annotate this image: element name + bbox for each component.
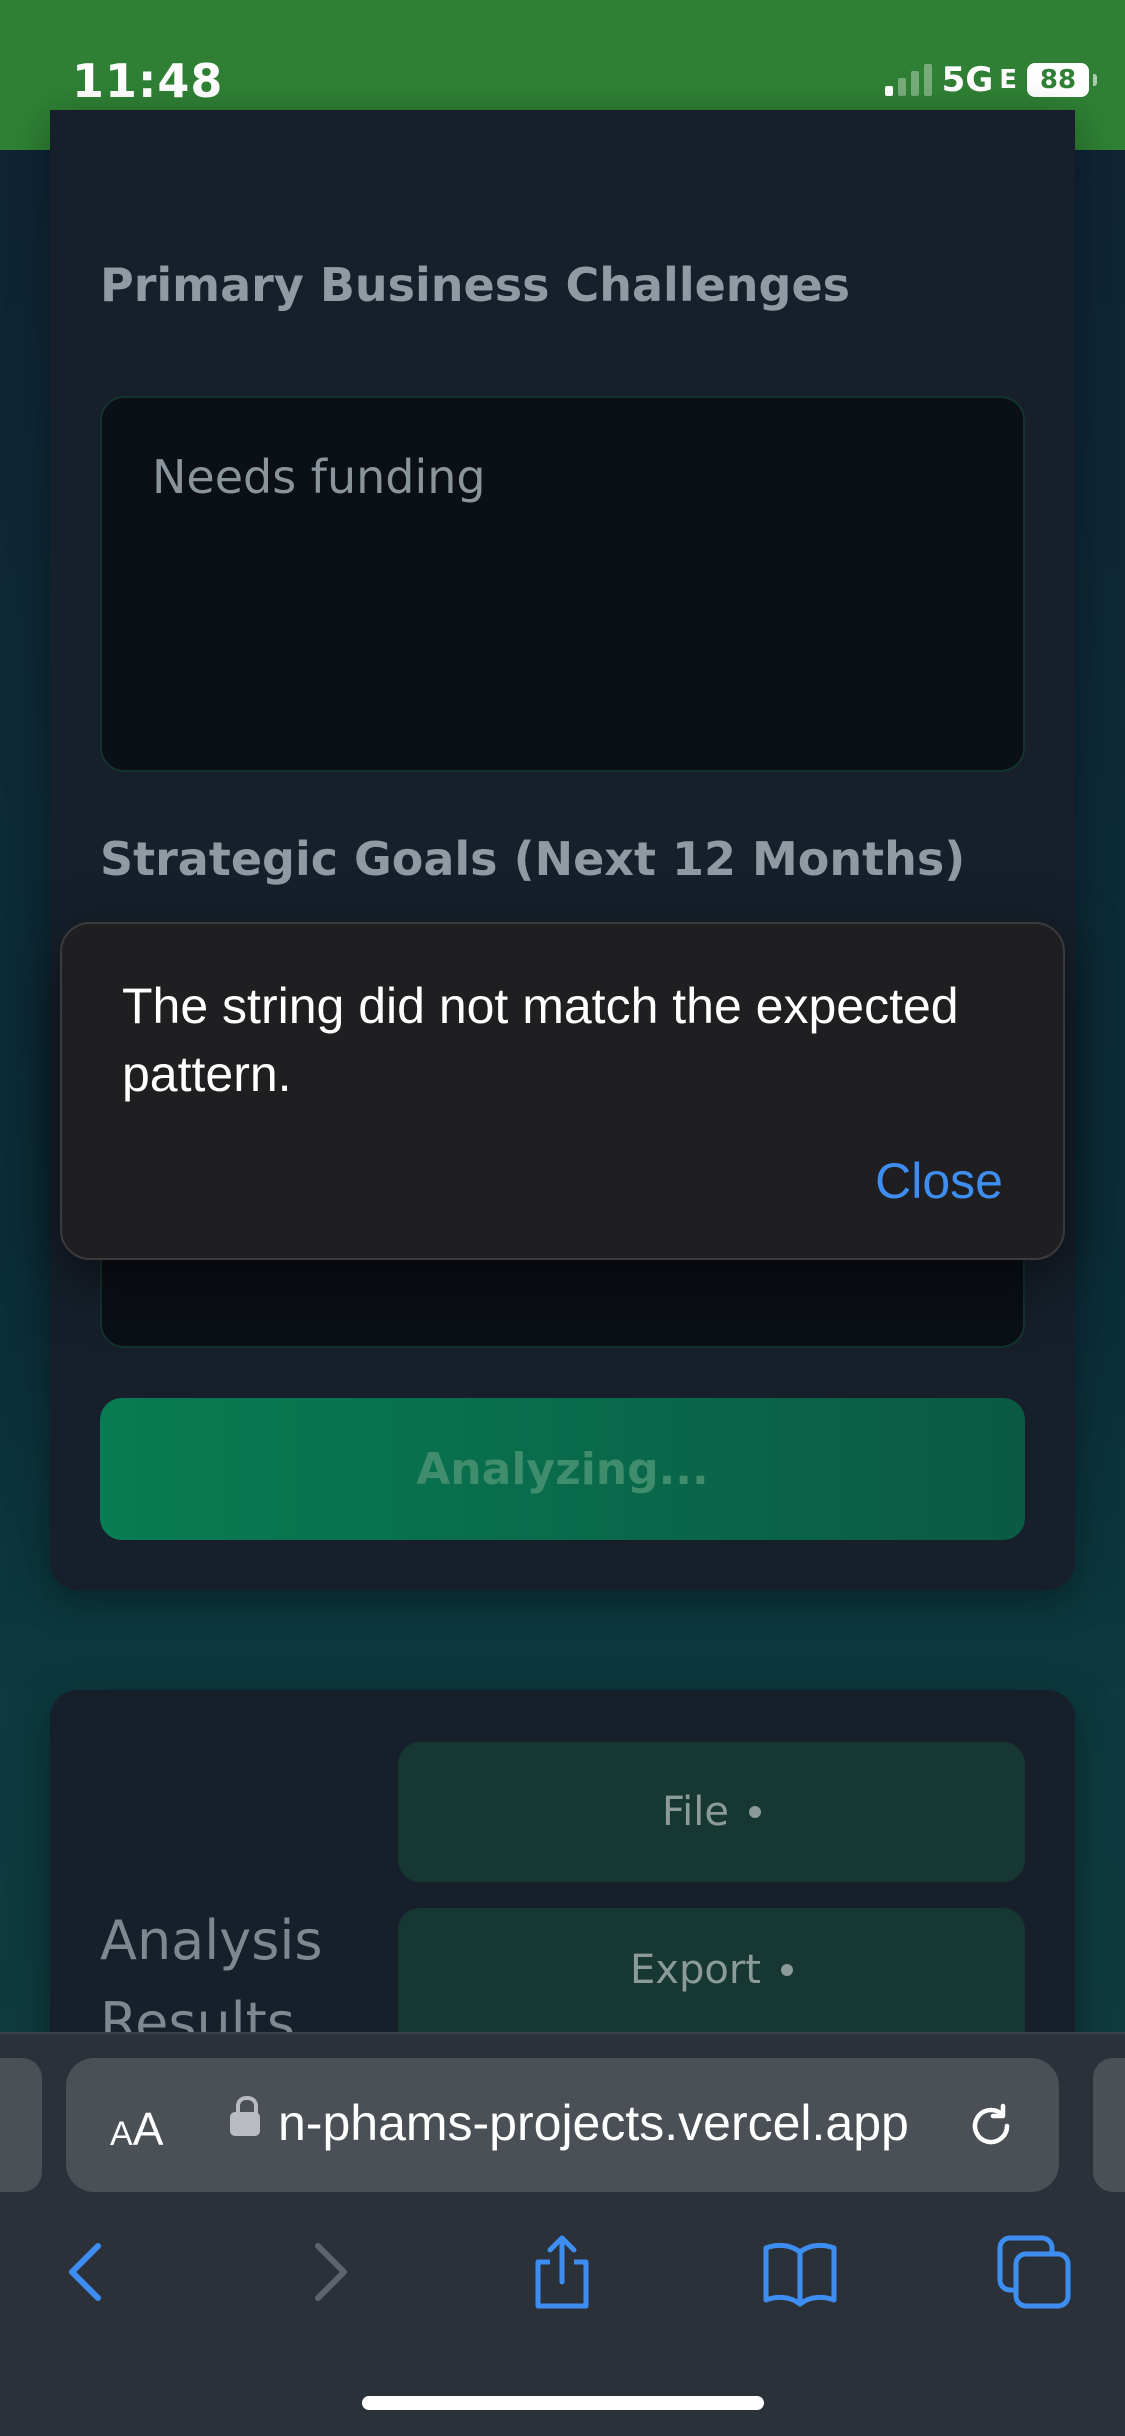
share-icon[interactable] (522, 2232, 602, 2312)
status-indicators: 5G E 88 (884, 60, 1097, 100)
alert-message: The string did not match the expected pa… (122, 978, 959, 1102)
cellular-signal-icon (884, 64, 932, 96)
battery-icon: 88 (1027, 63, 1097, 97)
url-text: n-phams-projects.vercel.app (278, 2095, 909, 2151)
file-button-label: File (662, 1789, 729, 1835)
challenges-label: Primary Business Challenges (100, 258, 851, 312)
alert-dialog: The string did not match the expected pa… (60, 922, 1065, 1260)
tabs-icon[interactable] (994, 2232, 1074, 2312)
bookmarks-icon[interactable] (760, 2232, 840, 2312)
reload-icon[interactable] (963, 2098, 1019, 2154)
battery-level: 88 (1039, 65, 1077, 95)
challenges-value: Needs funding (152, 450, 486, 504)
home-indicator (362, 2396, 764, 2410)
export-dot-icon (780, 1964, 793, 1976)
network-suffix: E (999, 65, 1017, 95)
next-tab-peek[interactable] (1093, 2058, 1125, 2192)
back-icon[interactable] (46, 2232, 126, 2312)
status-time: 11:48 (72, 54, 224, 108)
network-type: 5G (941, 60, 994, 100)
address-bar[interactable]: AA n-phams-projects.vercel.app (66, 2058, 1059, 2192)
export-button[interactable]: Export (398, 1908, 1025, 2032)
challenges-textarea[interactable]: Needs funding (100, 396, 1025, 772)
alert-close-button[interactable]: Close (875, 1152, 1003, 1210)
previous-tab-peek[interactable] (0, 2058, 42, 2192)
export-button-label: Export (630, 1947, 761, 1993)
lock-icon (230, 2096, 260, 2136)
analyze-button[interactable]: Analyzing... (100, 1398, 1025, 1540)
forward-icon[interactable] (290, 2232, 370, 2312)
reader-settings-button[interactable]: AA (110, 2102, 163, 2156)
goals-label: Strategic Goals (Next 12 Months) (100, 832, 966, 886)
file-button[interactable]: File (398, 1742, 1025, 1882)
file-dot-icon (748, 1806, 761, 1818)
screen: 11:48 5G E 88 Primary Business Challenge… (0, 0, 1125, 2436)
